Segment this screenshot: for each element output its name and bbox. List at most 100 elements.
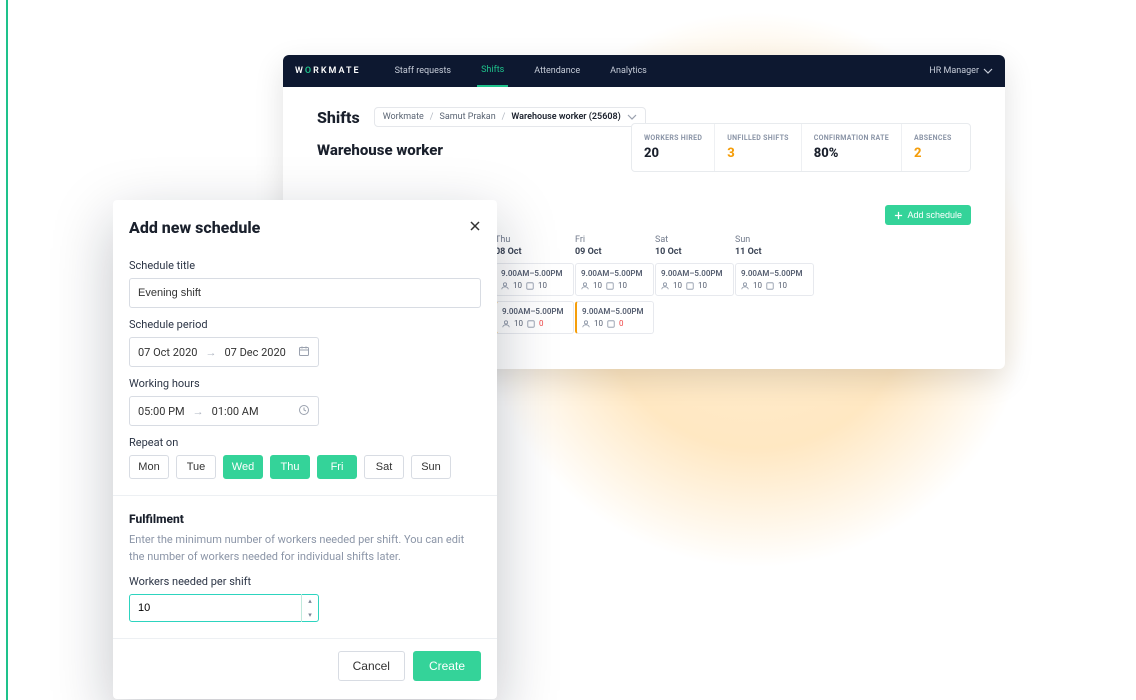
- shift-time: 9.00AM–5.00PM: [501, 269, 568, 278]
- cancel-button[interactable]: Cancel: [338, 651, 405, 681]
- dow-date: 08 Oct: [495, 247, 574, 257]
- dow-label: Sun: [735, 235, 814, 245]
- stat-confirmation-label: CONFIRMATION RATE: [814, 134, 889, 142]
- dow-label: Thu: [495, 235, 574, 245]
- brand-logo: WORKMATE: [295, 66, 361, 76]
- period-end: 07 Dec 2020: [224, 346, 285, 359]
- person-icon: [741, 282, 749, 290]
- shift-assigned: 10: [673, 281, 682, 290]
- role-menu[interactable]: HR Manager: [929, 66, 993, 76]
- repeat-on-label: Repeat on: [129, 436, 481, 449]
- breadcrumb[interactable]: Workmate / Samut Prakan / Warehouse work…: [374, 107, 646, 127]
- hours-end: 01:00 AM: [212, 405, 259, 418]
- person-icon: [582, 320, 590, 328]
- dow-date: 09 Oct: [575, 247, 654, 257]
- crumb-sep: /: [430, 112, 434, 122]
- fulfilment-help: Enter the minimum number of workers need…: [129, 532, 481, 565]
- brand-accent: O: [305, 66, 313, 76]
- chevron-down-icon: [983, 66, 993, 76]
- crumb-current[interactable]: Warehouse worker (25608): [511, 112, 620, 122]
- workers-needed-input[interactable]: [130, 602, 301, 614]
- day-mon[interactable]: Mon: [129, 455, 169, 479]
- fulfilment-title: Fulfilment: [129, 512, 481, 526]
- shift-filled: 0: [619, 319, 624, 328]
- workers-needed-stepper[interactable]: ▴ ▾: [129, 594, 319, 622]
- brand-post: RKMATE: [313, 66, 360, 76]
- person-icon: [502, 320, 510, 328]
- working-hours-input[interactable]: 05:00 PM → 01:00 AM: [129, 396, 319, 426]
- shift-assigned: 10: [594, 319, 603, 328]
- dow-date: 11 Oct: [735, 247, 814, 257]
- day-sun[interactable]: Sun: [411, 455, 451, 479]
- shift-card[interactable]: 9.00AM–5.00PM 10 10: [735, 263, 814, 296]
- person-icon: [581, 282, 589, 290]
- day-sat[interactable]: Sat: [364, 455, 404, 479]
- schedule-period-input[interactable]: 07 Oct 2020 → 07 Dec 2020: [129, 337, 319, 367]
- schedule-title-input[interactable]: [129, 278, 481, 308]
- nav-staff-requests[interactable]: Staff requests: [391, 56, 456, 86]
- stat-unfilled-value: 3: [727, 146, 789, 161]
- day-wed[interactable]: Wed: [223, 455, 263, 479]
- close-button[interactable]: [469, 219, 481, 237]
- modal-title: Add new schedule: [129, 218, 260, 237]
- nav-attendance[interactable]: Attendance: [530, 56, 584, 86]
- box-icon: [606, 282, 614, 290]
- shift-filled: 10: [538, 281, 547, 290]
- crumb-sep: /: [502, 112, 506, 122]
- shift-filled: 10: [618, 281, 627, 290]
- workers-needed-label: Workers needed per shift: [129, 575, 481, 588]
- clock-icon: [298, 404, 310, 419]
- nav-analytics[interactable]: Analytics: [606, 56, 651, 86]
- divider: [113, 495, 497, 496]
- shift-card[interactable]: 9.00AM–5.00PM 10 10: [495, 263, 574, 296]
- dow-label: Sat: [655, 235, 734, 245]
- hours-start: 05:00 PM: [138, 405, 185, 418]
- dow-date: 10 Oct: [655, 247, 734, 257]
- working-hours-label: Working hours: [129, 377, 481, 390]
- page-title: Shifts: [317, 108, 360, 127]
- shift-time: 9.00AM–5.00PM: [661, 269, 728, 278]
- shift-card[interactable]: 9.00AM–5.00PM 10 0: [575, 301, 654, 334]
- chevron-down-icon: [627, 112, 637, 122]
- box-icon: [607, 320, 615, 328]
- add-schedule-label: Add schedule: [907, 210, 962, 220]
- create-button[interactable]: Create: [413, 651, 481, 681]
- arrow-right-icon: →: [205, 346, 216, 359]
- box-icon: [526, 282, 534, 290]
- shift-time: 9.00AM–5.00PM: [502, 307, 568, 316]
- shift-time: 9.00AM–5.00PM: [582, 307, 648, 316]
- day-thu[interactable]: Thu: [270, 455, 310, 479]
- calendar-icon: [298, 345, 310, 360]
- schedule-title-label: Schedule title: [129, 259, 481, 272]
- arrow-right-icon: →: [193, 405, 204, 418]
- add-schedule-modal: Add new schedule Schedule title Schedule…: [113, 200, 497, 699]
- brand-rail: [6, 0, 8, 700]
- box-icon: [766, 282, 774, 290]
- nav-shifts[interactable]: Shifts: [477, 55, 508, 87]
- shift-filled: 0: [539, 319, 544, 328]
- crumb-samut-prakan[interactable]: Samut Prakan: [440, 112, 496, 122]
- day-tue[interactable]: Tue: [176, 455, 216, 479]
- stat-unfilled-label: UNFILLED SHIFTS: [727, 134, 789, 142]
- stepper-up[interactable]: ▴: [302, 594, 318, 608]
- schedule-period-label: Schedule period: [129, 318, 481, 331]
- stepper-down[interactable]: ▾: [302, 608, 318, 622]
- shift-time: 9.00AM–5.00PM: [581, 269, 648, 278]
- shift-assigned: 10: [513, 281, 522, 290]
- day-fri[interactable]: Fri: [317, 455, 357, 479]
- crumb-workmate[interactable]: Workmate: [383, 112, 424, 122]
- period-start: 07 Oct 2020: [138, 346, 197, 359]
- stats-panel: WORKERS HIRED 20 UNFILLED SHIFTS 3 CONFI…: [631, 123, 971, 172]
- close-icon: [469, 220, 481, 232]
- role-label: HR Manager: [929, 66, 979, 76]
- box-icon: [527, 320, 535, 328]
- shift-card[interactable]: 9.00AM–5.00PM 10 0: [495, 301, 574, 334]
- shift-assigned: 10: [593, 281, 602, 290]
- box-icon: [686, 282, 694, 290]
- shift-assigned: 10: [753, 281, 762, 290]
- add-schedule-button[interactable]: Add schedule: [885, 205, 971, 225]
- shift-card[interactable]: 9.00AM–5.00PM 10 10: [655, 263, 734, 296]
- topbar: WORKMATE Staff requests Shifts Attendanc…: [283, 55, 1005, 87]
- shift-time: 9.00AM–5.00PM: [741, 269, 808, 278]
- shift-card[interactable]: 9.00AM–5.00PM 10 10: [575, 263, 654, 296]
